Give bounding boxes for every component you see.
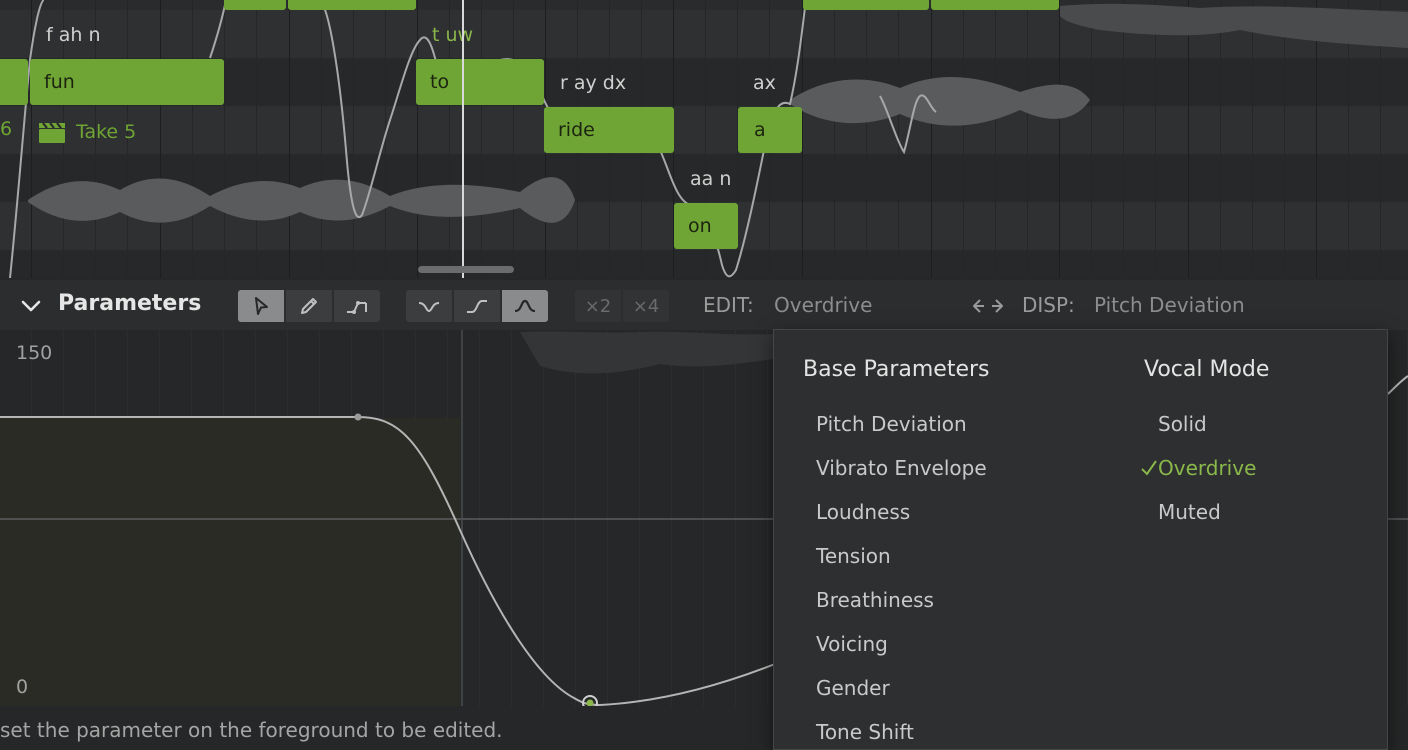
y-axis-min-label: 0 bbox=[16, 676, 29, 698]
base-parameters-header: Base Parameters bbox=[803, 357, 990, 382]
parameter-dropdown-menu: Base Parameters Pitch Deviation Vibrato … bbox=[773, 329, 1388, 750]
pencil-icon bbox=[301, 298, 317, 314]
waveform bbox=[790, 76, 1090, 126]
graph-fill bbox=[0, 418, 460, 706]
piano-roll[interactable]: f ah n t uw r ay dx aa n ax fun to ride … bbox=[0, 0, 1408, 278]
multiply-x2-button[interactable]: ×2 bbox=[575, 290, 621, 322]
ramp-curve-button[interactable] bbox=[454, 290, 500, 322]
note-block-fun[interactable]: fun bbox=[30, 59, 224, 105]
phoneme-label: r ay dx bbox=[560, 72, 627, 94]
phoneme-label: f ah n bbox=[46, 24, 101, 46]
clapperboard-icon bbox=[39, 122, 65, 143]
menu-item-tone-shift[interactable]: Tone Shift bbox=[816, 720, 914, 744]
pencil-tool-button[interactable] bbox=[286, 290, 332, 322]
menu-item-vibrato-envelope[interactable]: Vibrato Envelope bbox=[816, 456, 987, 480]
waveform bbox=[1060, 3, 1408, 48]
multiplier-group: ×2 ×4 bbox=[575, 290, 669, 322]
note-block[interactable] bbox=[0, 59, 28, 105]
vocal-mode-header: Vocal Mode bbox=[1144, 357, 1270, 382]
menu-item-loudness[interactable]: Loudness bbox=[816, 500, 910, 524]
multiply-x4-button[interactable]: ×4 bbox=[623, 290, 669, 322]
note-block-a[interactable]: a bbox=[738, 107, 802, 153]
valley-curve-icon bbox=[418, 302, 440, 313]
menu-item-gender[interactable]: Gender bbox=[816, 676, 890, 700]
peak-curve-button[interactable] bbox=[502, 290, 548, 322]
peak-curve-icon bbox=[514, 299, 536, 313]
note-block-to[interactable]: to bbox=[416, 59, 544, 105]
menu-item-overdrive-label: Overdrive bbox=[1158, 456, 1257, 480]
edit-parameter-selector[interactable]: Overdrive bbox=[774, 293, 872, 317]
parameters-toolbar: Parameters ×2 ×4 EDIT: Overdrive DISP: P… bbox=[0, 280, 1408, 330]
menu-item-muted[interactable]: Muted bbox=[1158, 500, 1221, 524]
menu-item-breathiness[interactable]: Breathiness bbox=[816, 588, 934, 612]
cursor-arrow-icon bbox=[255, 297, 268, 315]
playhead[interactable] bbox=[462, 0, 464, 278]
disp-label: DISP: bbox=[1022, 293, 1075, 317]
phoneme-label: t uw bbox=[432, 24, 474, 46]
note-block-ride[interactable]: ride bbox=[544, 107, 674, 153]
background-waveform bbox=[520, 331, 780, 374]
checkmark-icon bbox=[1141, 460, 1157, 476]
menu-item-solid[interactable]: Solid bbox=[1158, 412, 1207, 436]
take-indicator[interactable]: Take 5 bbox=[38, 118, 136, 146]
step-line-icon bbox=[347, 301, 367, 314]
status-message: set the parameter on the foreground to b… bbox=[0, 718, 503, 742]
menu-item-tension[interactable]: Tension bbox=[816, 544, 891, 568]
swap-arrows-icon[interactable] bbox=[972, 297, 1004, 315]
menu-item-voicing[interactable]: Voicing bbox=[816, 632, 888, 656]
waveform bbox=[28, 177, 575, 223]
curve-shape-group bbox=[406, 290, 548, 322]
line-tool-button[interactable] bbox=[334, 290, 380, 322]
note-block[interactable] bbox=[931, 0, 1059, 10]
take-label: Take 5 bbox=[76, 121, 137, 143]
menu-item-overdrive[interactable]: Overdrive bbox=[1141, 456, 1257, 480]
phoneme-label: ax bbox=[753, 72, 776, 94]
display-parameter-selector[interactable]: Pitch Deviation bbox=[1094, 293, 1245, 317]
parameter-curve-tail bbox=[1387, 375, 1408, 395]
valley-curve-button[interactable] bbox=[406, 290, 452, 322]
parameters-title: Parameters bbox=[58, 291, 202, 316]
note-block-on[interactable]: on bbox=[674, 203, 738, 249]
tool-group bbox=[238, 290, 380, 322]
menu-item-pitch-deviation[interactable]: Pitch Deviation bbox=[816, 412, 967, 436]
note-block[interactable] bbox=[803, 0, 929, 10]
y-axis-max-label: 150 bbox=[16, 342, 53, 364]
chevron-down-icon[interactable] bbox=[20, 295, 42, 317]
panel-resize-handle[interactable] bbox=[418, 266, 514, 273]
note-block[interactable] bbox=[288, 0, 416, 10]
phoneme-label: aa n bbox=[690, 168, 732, 190]
curve-control-point bbox=[354, 413, 362, 421]
note-block[interactable] bbox=[224, 0, 286, 10]
ramp-curve-icon bbox=[467, 300, 487, 313]
edit-label: EDIT: bbox=[703, 293, 754, 317]
take-label-previous[interactable]: 6 bbox=[0, 118, 12, 140]
select-tool-button[interactable] bbox=[238, 290, 284, 322]
